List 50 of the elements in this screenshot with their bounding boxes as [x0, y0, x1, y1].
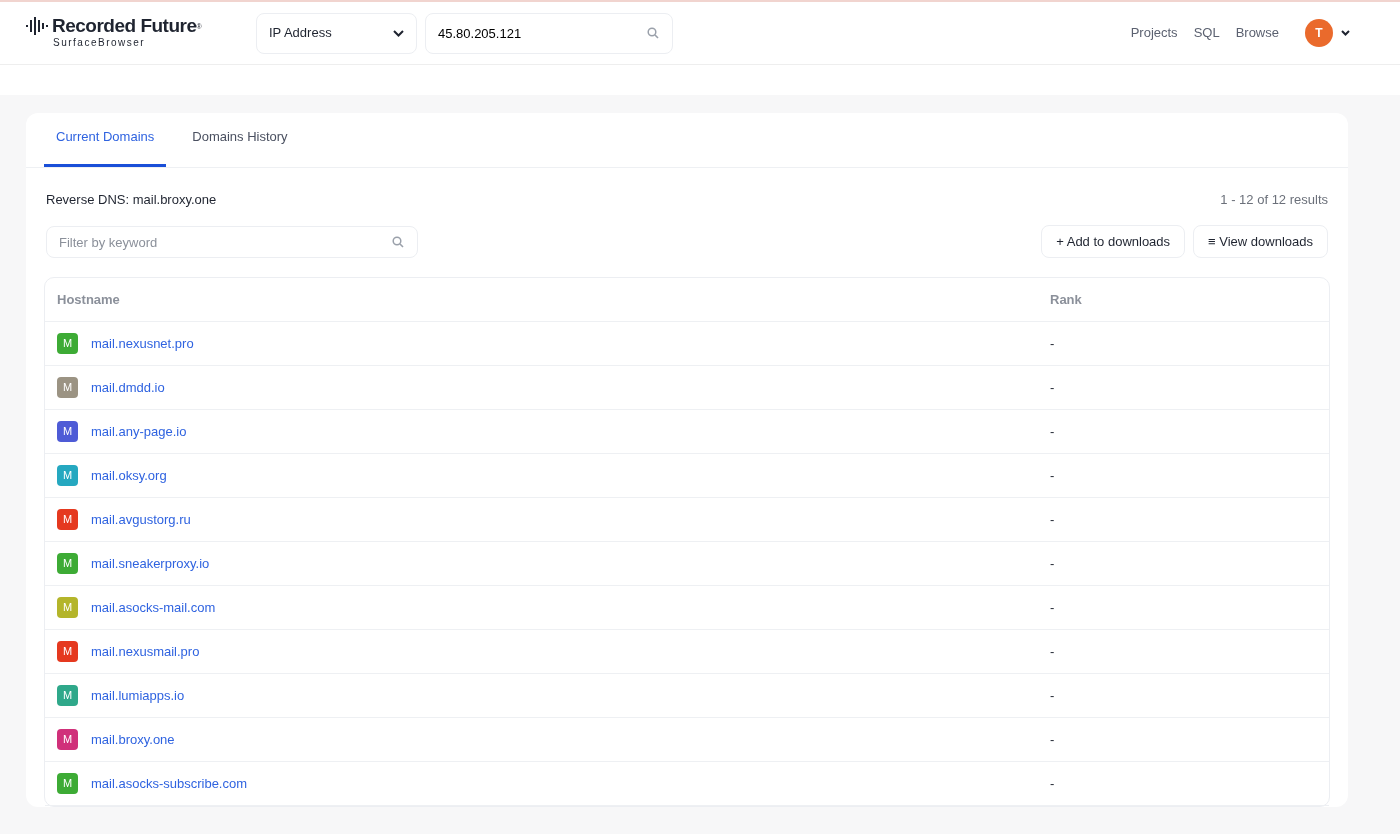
- nav-link[interactable]: Projects: [1130, 23, 1178, 43]
- rank-cell-text: -: [1050, 598, 1055, 617]
- rank-cell-text: -: [1050, 774, 1055, 793]
- letter-avatar: M: [57, 729, 78, 750]
- results-count: 1 - 12 of 12 results: [1220, 190, 1328, 209]
- column-header: Rank: [1050, 290, 1082, 309]
- rank-cell-text: -: [1050, 730, 1055, 749]
- nav-link[interactable]: Browse: [1235, 23, 1279, 43]
- tab[interactable]: Domains History: [180, 113, 300, 167]
- rank-cell-text: -: [1050, 378, 1055, 397]
- rank-cell-text: -: [1050, 466, 1055, 485]
- letter-avatar: M: [57, 553, 78, 574]
- letter-avatar: M: [57, 465, 78, 486]
- column-header: Hostname: [56, 290, 121, 309]
- user-avatar[interactable]: T: [1305, 19, 1333, 47]
- hostname-link[interactable]: mail.any-page.io: [91, 421, 187, 442]
- letter-avatar: M: [57, 773, 78, 794]
- letter-avatar: M: [57, 641, 78, 662]
- search-field[interactable]: 45.80.205.121: [425, 12, 673, 54]
- hostname-link[interactable]: mail.avgustorg.ru: [91, 509, 191, 530]
- filter-field[interactable]: Filter by keyword: [46, 226, 418, 258]
- hostname-link[interactable]: mail.lumiapps.io: [91, 685, 185, 706]
- hostname-link[interactable]: mail.nexusmail.pro: [91, 641, 200, 662]
- hostname-link[interactable]: mail.asocks-mail.com: [91, 597, 216, 618]
- rank-cell-text: -: [1050, 554, 1055, 573]
- letter-avatar: M: [57, 377, 78, 398]
- product-name: SurfaceBrowser: [53, 36, 147, 50]
- rank-cell-text: -: [1050, 642, 1055, 661]
- nav-link[interactable]: SQL: [1193, 23, 1220, 43]
- hostname-link[interactable]: mail.asocks-subscribe.com: [91, 773, 248, 794]
- rank-cell-text: -: [1050, 686, 1055, 705]
- search-type-dropdown[interactable]: IP Address: [256, 12, 417, 54]
- reverse-dns: Reverse DNS: mail.broxy.one: [46, 190, 217, 209]
- hostname-link[interactable]: mail.sneakerproxy.io: [91, 553, 210, 574]
- downloads-button[interactable]: + Add to downloads: [1041, 225, 1186, 258]
- rank-cell-text: -: [1050, 422, 1055, 441]
- hostname-link[interactable]: mail.nexusnet.pro: [91, 333, 194, 354]
- letter-avatar: M: [57, 597, 78, 618]
- hostname-link[interactable]: mail.oksy.org: [91, 465, 167, 486]
- letter-avatar: M: [57, 421, 78, 442]
- logo-text: Recorded Future$^{®}$: [52, 16, 202, 35]
- letter-avatar: M: [57, 685, 78, 706]
- downloads-button[interactable]: ≡ View downloads: [1193, 225, 1328, 258]
- hostname-link[interactable]: mail.dmdd.io: [91, 377, 165, 398]
- rank-cell-text: -: [1050, 334, 1055, 353]
- rank-cell-text: -: [1050, 510, 1055, 529]
- letter-avatar: M: [57, 333, 78, 354]
- hostname-link[interactable]: mail.broxy.one: [91, 729, 175, 750]
- letter-avatar: M: [57, 509, 78, 530]
- tab[interactable]: Current Domains: [44, 113, 167, 167]
